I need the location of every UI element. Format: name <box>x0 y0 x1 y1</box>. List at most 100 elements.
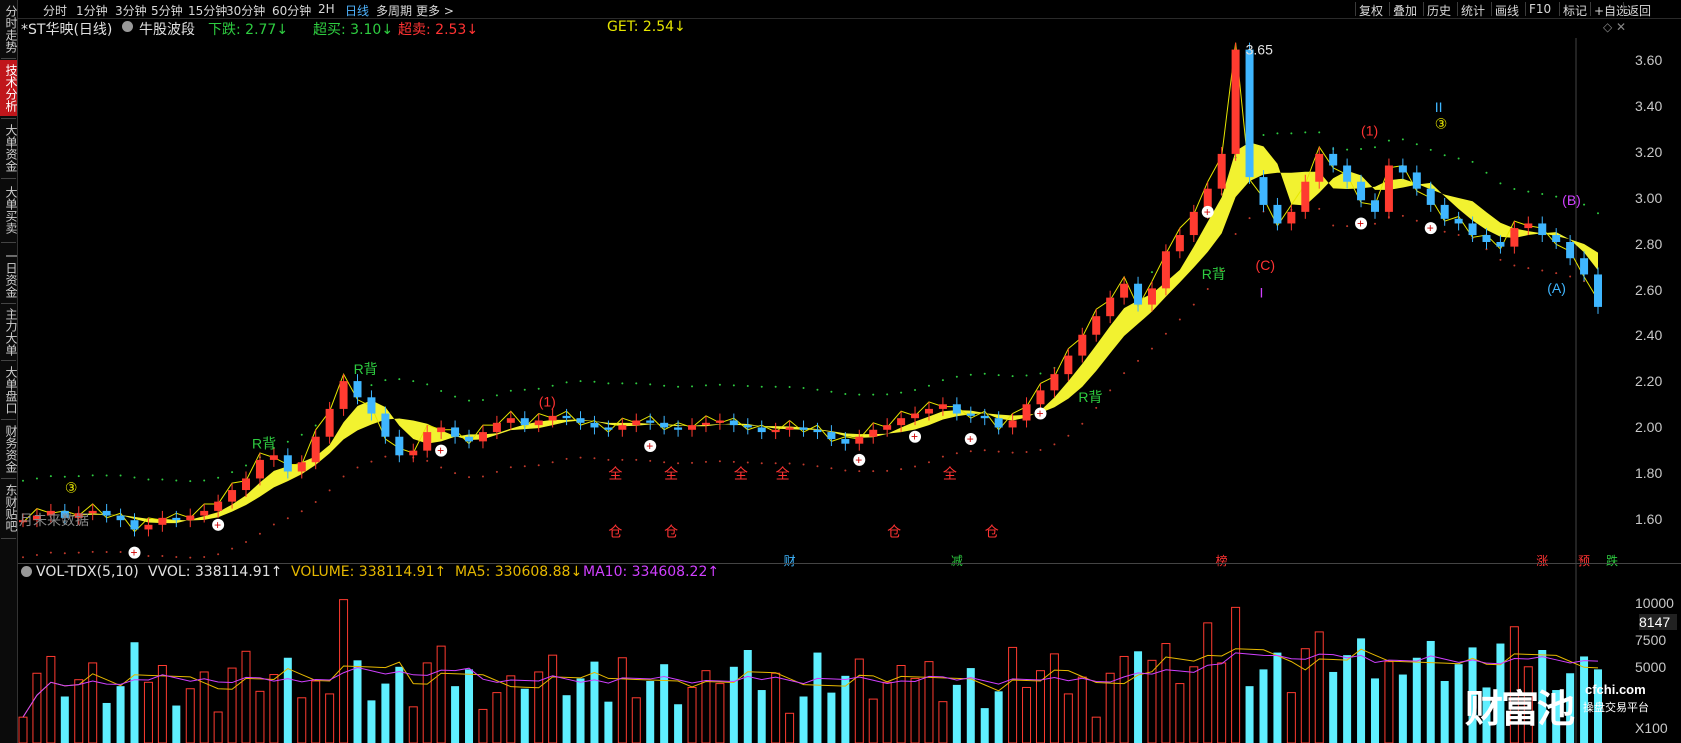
quan-label: 全 <box>734 465 748 481</box>
candlestick-chart[interactable]: +++ +++ ++++ +R背R背R背R背(1)(1)(C)(A)(B)III③③仓… <box>18 38 1638 568</box>
lower-dot <box>1067 434 1070 437</box>
sidebar-item-8[interactable]: 东财贴吧 <box>0 480 18 536</box>
candle-body <box>409 450 418 456</box>
sidebar-item-1[interactable]: 技术分析 <box>0 60 18 116</box>
period-10[interactable]: 更多 > <box>416 2 454 19</box>
lower-dot <box>1457 234 1460 237</box>
sidebar-item-5[interactable]: 主力大单 <box>0 305 18 358</box>
candle-body <box>478 432 487 442</box>
sidebar-item-2[interactable]: 大单资金 <box>0 120 18 176</box>
price-axis-label: 1.60 <box>1635 511 1663 528</box>
sidebar-item-0[interactable]: 分时走势 <box>0 2 18 56</box>
volume-bar-up <box>1119 655 1129 743</box>
price-axis-label: 2.40 <box>1635 327 1663 344</box>
volume-chart[interactable] <box>18 568 1638 743</box>
tool-5[interactable]: F10 <box>1529 2 1551 16</box>
lower-dot <box>1234 233 1237 236</box>
tool-8[interactable]: 返回 <box>1627 2 1651 19</box>
sidebar-item-6[interactable]: 大单盘口 <box>0 362 18 417</box>
volume-bar-down <box>1398 674 1407 743</box>
sidebar-separator <box>1 58 16 59</box>
period-3[interactable]: 5分钟 <box>151 2 183 19</box>
brand-site: cfchi.com <box>1585 682 1646 697</box>
event-tag: 财 <box>784 554 796 568</box>
upper-dot <box>245 464 248 467</box>
candle-body <box>1468 223 1477 236</box>
get-value: GET: 2.54↓ <box>607 19 686 35</box>
tool-2[interactable]: 历史 <box>1427 2 1451 19</box>
sidebar-item-7[interactable]: 财务资金 <box>0 421 18 476</box>
lower-dot <box>1081 422 1084 425</box>
roman-1-label: I <box>1260 285 1264 301</box>
tool-1[interactable]: 叠加 <box>1393 2 1417 19</box>
upper-dot <box>621 382 624 385</box>
circle-3-label: ③ <box>1435 115 1448 131</box>
candle-body <box>381 413 390 437</box>
tool-6[interactable]: 标记 <box>1563 2 1587 19</box>
buy-marker-plus: + <box>855 453 862 467</box>
upper-dot <box>203 479 206 482</box>
lower-dot <box>22 556 24 559</box>
sidebar-item-4[interactable]: 一日资金 <box>0 246 18 301</box>
indicator-name[interactable]: 牛股波段 <box>139 19 195 39</box>
candle-body <box>799 427 808 430</box>
volume-bar-up <box>1161 643 1171 743</box>
period-0[interactable]: 分时 <box>43 2 67 19</box>
lower-dot <box>1248 217 1251 220</box>
lower-dot <box>927 461 930 464</box>
upper-dot <box>788 386 791 389</box>
candle-body <box>1343 165 1352 182</box>
tool-4[interactable]: 画线 <box>1495 2 1519 19</box>
upper-dot <box>704 384 707 387</box>
candle-body <box>1357 181 1366 201</box>
period-5[interactable]: 30分钟 <box>226 2 265 19</box>
period-6[interactable]: 60分钟 <box>272 2 311 19</box>
candle-body <box>228 490 237 502</box>
period-2[interactable]: 3分钟 <box>115 2 147 19</box>
vol-unit: X100 <box>1635 720 1668 736</box>
lower-dot <box>900 468 903 471</box>
lower-dot <box>704 460 707 463</box>
volume-bar-down <box>1440 681 1449 743</box>
lower-dot <box>1095 406 1098 409</box>
period-4[interactable]: 15分钟 <box>188 2 227 19</box>
vol-axis-7500: 7500 <box>1635 632 1667 648</box>
candle-body <box>1078 334 1087 356</box>
volume-bar-down <box>1412 657 1421 743</box>
lower-dot <box>1415 219 1418 222</box>
candle-body <box>88 510 97 514</box>
lower-dot <box>203 555 206 558</box>
collapse-icon[interactable]: ◇ ✕ <box>1603 20 1626 34</box>
candle-body <box>729 420 738 426</box>
candle-body <box>395 436 404 456</box>
tool-separator <box>1389 2 1390 16</box>
candle-body <box>966 413 975 416</box>
lower-dot <box>955 452 958 455</box>
period-8[interactable]: 日线 <box>345 2 369 19</box>
period-9[interactable]: 多周期 <box>376 2 412 19</box>
upper-dot <box>454 395 457 398</box>
sidebar-item-3[interactable]: 大单买卖 <box>0 180 18 240</box>
lower-dot <box>872 470 875 473</box>
lower-dot <box>161 554 164 557</box>
volume-bar-down <box>576 678 585 743</box>
upper-dot <box>1597 212 1599 215</box>
candle-body <box>144 524 153 530</box>
volume-bar-up <box>854 658 864 743</box>
candle-body <box>604 427 613 430</box>
period-1[interactable]: 1分钟 <box>76 2 108 19</box>
candle-body <box>116 515 125 521</box>
candle-body <box>1217 153 1226 189</box>
candle-body <box>325 408 334 437</box>
buy-marker-plus: + <box>646 439 653 453</box>
period-7[interactable]: 2H <box>318 2 335 16</box>
upper-dot <box>677 385 680 388</box>
indicator-settings-icon[interactable] <box>122 21 133 32</box>
candle-body <box>1538 223 1547 236</box>
tool-0[interactable]: 复权 <box>1359 2 1383 19</box>
buy-marker-plus: + <box>214 518 221 532</box>
volume-bar-up <box>255 690 265 743</box>
lower-dot <box>356 466 359 469</box>
tool-3[interactable]: 统计 <box>1461 2 1485 19</box>
volume-bar-down <box>1343 655 1352 743</box>
